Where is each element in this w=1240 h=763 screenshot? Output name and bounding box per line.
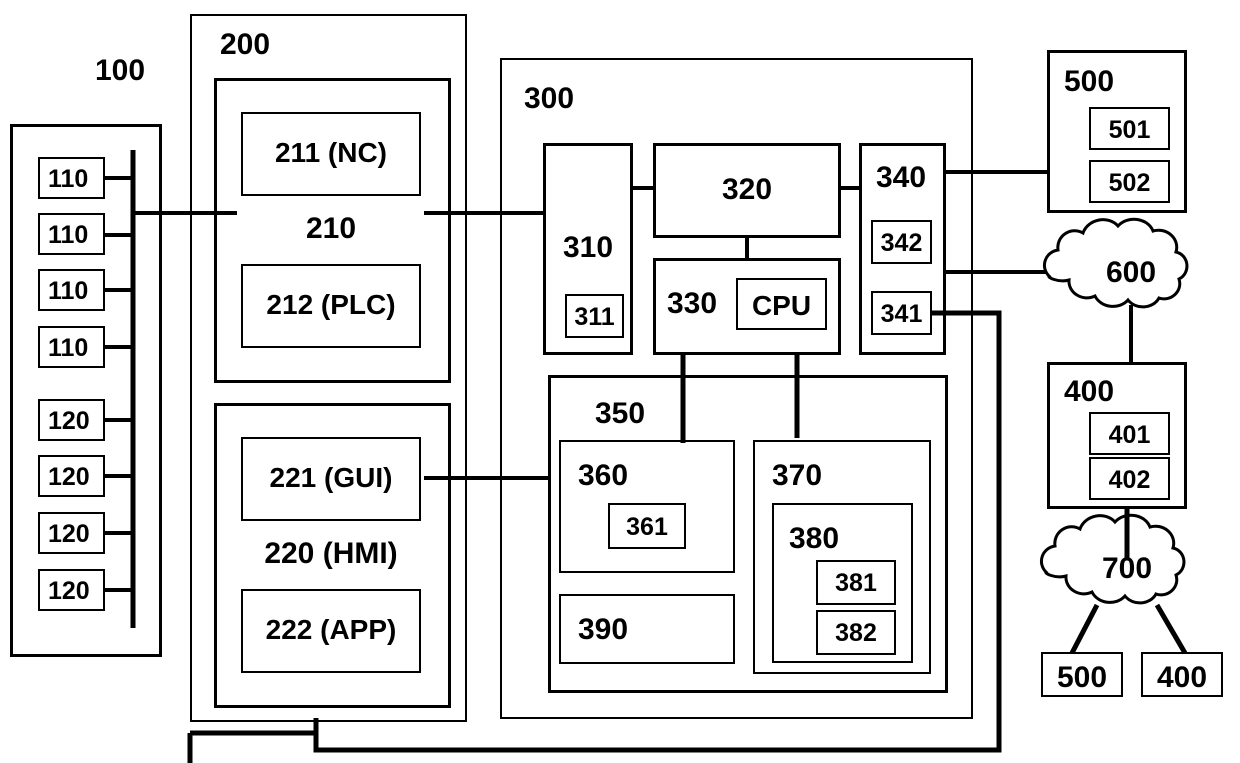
sensor-120-3-label: 120 [48, 520, 90, 548]
sensor-120-1-label: 120 [48, 407, 90, 435]
server-module-402-label: 402 [1108, 466, 1151, 494]
group-300-label: 300 [524, 82, 575, 115]
storage-350-label: 350 [595, 397, 646, 430]
module-221-gui-label: 221 (GUI) [269, 462, 393, 493]
terminal-module-502-label: 502 [1108, 169, 1151, 197]
module-222-app-label: 222 (APP) [265, 614, 397, 645]
cpu-label: CPU [751, 290, 812, 321]
comm-340-label: 340 [876, 161, 927, 194]
storage-module-390-label: 390 [578, 613, 629, 646]
remote-node-500-label: 500 [1056, 661, 1108, 694]
storage-module-370-label: 370 [772, 459, 823, 492]
wire-700-to-remote-400 [1154, 603, 1188, 655]
module-211-nc-label: 211 (NC) [274, 137, 388, 168]
module-212-plc-label: 212 (PLC) [266, 289, 396, 320]
control-unit-210-label: 210 [305, 212, 357, 245]
processor-330-label: 330 [667, 287, 718, 320]
comm-sub-341-label: 341 [880, 300, 923, 328]
storage-module-360-label: 360 [578, 459, 629, 492]
interface-310-label: 310 [563, 231, 614, 264]
sensor-120-4-label: 120 [48, 577, 90, 605]
storage-sub-382-label: 382 [835, 619, 877, 647]
diagram-canvas: 100 110 110 110 110 120 120 120 120 200 … [0, 0, 1240, 763]
group-200-label: 200 [220, 28, 271, 61]
group-100-label: 100 [95, 54, 146, 87]
server-400-label: 400 [1064, 375, 1115, 408]
terminal-module-501-label: 501 [1108, 116, 1151, 144]
sensor-120-2-label: 120 [48, 463, 90, 491]
storage-inner-380-label: 380 [789, 522, 840, 555]
interface-sub-311-label: 311 [574, 303, 615, 331]
network-600-label: 600 [1105, 256, 1157, 289]
storage-sub-361-label: 361 [626, 513, 668, 541]
remote-node-400-label: 400 [1156, 661, 1208, 694]
sensor-110-4-label: 110 [48, 334, 89, 362]
storage-sub-381-label: 381 [835, 569, 877, 597]
memory-320-label: 320 [721, 173, 773, 206]
sensor-110-3-label: 110 [48, 277, 89, 305]
network-700-label: 700 [1101, 552, 1153, 585]
terminal-500-label: 500 [1064, 65, 1115, 98]
wire-700-to-remote-500 [1069, 603, 1100, 655]
server-module-401-label: 401 [1108, 421, 1151, 449]
comm-sub-342-label: 342 [880, 229, 923, 257]
sensor-110-2-label: 110 [48, 221, 89, 249]
sensor-110-1-label: 110 [48, 165, 89, 193]
hmi-unit-220-label: 220 (HMI) [264, 537, 398, 570]
